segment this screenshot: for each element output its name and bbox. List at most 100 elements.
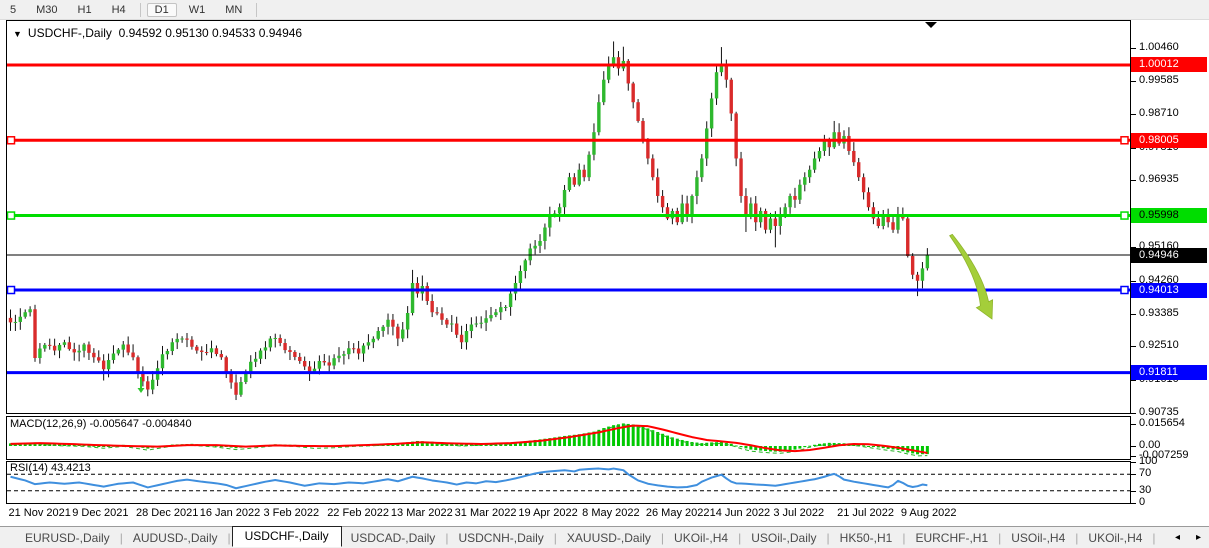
chart-shift-marker-icon[interactable] xyxy=(925,22,937,28)
candle-body xyxy=(725,65,728,80)
date-label: 14 Jun 2022 xyxy=(710,507,771,519)
candle-body xyxy=(857,162,860,177)
symbol-tab-usdchf-daily[interactable]: USDCHF-,Daily xyxy=(232,526,342,547)
timeframe-button-mn[interactable]: MN xyxy=(217,3,250,17)
line-handle-right[interactable] xyxy=(1121,287,1128,294)
candle-body xyxy=(176,339,179,342)
candle-body xyxy=(695,177,698,196)
main-chart-canvas[interactable] xyxy=(7,21,1130,413)
symbol-tab-eurchf-h1[interactable]: EURCHF-,H1 xyxy=(906,529,997,547)
candle-body xyxy=(362,346,365,354)
timeframe-button-d1[interactable]: D1 xyxy=(147,3,177,17)
candle-body xyxy=(631,83,634,102)
candle-body xyxy=(131,353,134,358)
price-tick xyxy=(1131,346,1136,347)
rsi-panel[interactable] xyxy=(6,461,1131,504)
candle-body xyxy=(68,342,71,349)
symbol-tab-hk50-h1[interactable]: HK50-,H1 xyxy=(831,529,902,547)
price-level-badge: 1.00012 xyxy=(1131,57,1207,72)
candle-body xyxy=(264,347,267,350)
date-label: 21 Jul 2022 xyxy=(837,507,894,519)
candle-body xyxy=(166,351,169,354)
tab-separator: | xyxy=(827,531,830,545)
candle-body xyxy=(58,345,61,351)
line-handle-left[interactable] xyxy=(8,287,15,294)
timeframe-button-h4[interactable]: H4 xyxy=(104,3,134,17)
timeframe-button-w1[interactable]: W1 xyxy=(181,3,214,17)
tab-scroll-right-icon[interactable]: ▸ xyxy=(1196,532,1201,543)
candle-body xyxy=(494,312,497,315)
candle-body xyxy=(112,354,115,361)
line-handle-left[interactable] xyxy=(8,212,15,219)
candle-body xyxy=(337,356,340,358)
candle-body xyxy=(563,190,566,207)
chart-ohlc-values: 0.94592 0.95130 0.94533 0.94946 xyxy=(119,26,303,40)
macd-histogram-bar xyxy=(646,428,649,446)
candle-body xyxy=(906,218,909,256)
symbol-tab-eurusd-daily[interactable]: EURUSD-,Daily xyxy=(16,529,119,547)
symbol-tab-usoil-h4[interactable]: USOil-,H4 xyxy=(1002,529,1074,547)
rsi-canvas xyxy=(7,462,1130,503)
candle-body xyxy=(63,342,66,345)
candle-body xyxy=(568,177,571,190)
candle-body xyxy=(24,312,27,317)
candle-body xyxy=(185,339,188,340)
candle-body xyxy=(318,361,321,369)
tab-scroll-left-icon[interactable]: ◂ xyxy=(1175,532,1180,543)
line-handle-right[interactable] xyxy=(1121,212,1128,219)
candle-body xyxy=(926,255,929,268)
candle-body xyxy=(911,256,914,275)
rsi-value: 43.4213 xyxy=(51,462,91,474)
tab-separator: | xyxy=(1075,531,1078,545)
main-chart-panel[interactable] xyxy=(6,20,1131,414)
candle-body xyxy=(808,170,811,178)
candle-body xyxy=(97,357,100,360)
candle-body xyxy=(190,340,193,347)
candle-body xyxy=(323,361,326,362)
candle-body xyxy=(435,312,438,313)
timeframe-button-m30[interactable]: M30 xyxy=(28,3,65,17)
timeframe-button-h1[interactable]: H1 xyxy=(70,3,100,17)
macd-tick-label: 0.015654 xyxy=(1139,417,1185,429)
chart-title: ▼USDCHF-,Daily 0.94592 0.95130 0.94533 0… xyxy=(13,26,302,40)
candle-body xyxy=(225,357,228,373)
candle-body xyxy=(744,196,747,215)
symbol-tab-xauusd-daily[interactable]: XAUUSD-,Daily xyxy=(558,529,660,547)
candle-body xyxy=(288,350,291,352)
symbol-tab-usoil-daily[interactable]: USOil-,Daily xyxy=(742,529,825,547)
candle-body xyxy=(416,283,419,294)
timeframe-button-5[interactable]: 5 xyxy=(2,3,24,17)
candle-body xyxy=(171,342,174,351)
macd-histogram-bar xyxy=(740,446,743,447)
candle-body xyxy=(367,342,370,345)
candle-body xyxy=(406,313,409,330)
symbol-dropdown-icon[interactable]: ▼ xyxy=(13,29,22,39)
date-label: 8 May 2022 xyxy=(582,507,639,519)
candle-body xyxy=(504,307,507,308)
candle-body xyxy=(180,339,183,340)
symbol-tab-usdcad-daily[interactable]: USDCAD-,Daily xyxy=(342,529,445,547)
price-level-badge: 0.94946 xyxy=(1131,248,1207,263)
candle-body xyxy=(798,185,801,200)
candle-body xyxy=(122,345,125,350)
rsi-tick xyxy=(1131,462,1136,463)
candle-body xyxy=(754,203,757,222)
symbol-tab-usdcnh-daily[interactable]: USDCNH-,Daily xyxy=(449,529,552,547)
macd-tick xyxy=(1131,446,1136,447)
candle-body xyxy=(690,196,693,215)
candle-body xyxy=(921,268,924,280)
candle-body xyxy=(411,283,414,313)
down-arrow-annotation[interactable] xyxy=(950,234,993,319)
symbol-tab-audusd-daily[interactable]: AUDUSD-,Daily xyxy=(124,529,227,547)
candle-body xyxy=(529,248,532,260)
symbol-tab-ukoil-h4[interactable]: UKOil-,H4 xyxy=(1079,529,1151,547)
symbol-tab-ukoil-h4[interactable]: UKOil-,H4 xyxy=(665,529,737,547)
candle-body xyxy=(519,271,522,283)
macd-histogram-bar xyxy=(793,446,796,450)
line-handle-left[interactable] xyxy=(8,137,15,144)
line-handle-right[interactable] xyxy=(1121,137,1128,144)
candle-body xyxy=(837,132,840,143)
candle-body xyxy=(244,374,247,382)
candle-body xyxy=(607,65,610,80)
candle-body xyxy=(136,357,139,373)
